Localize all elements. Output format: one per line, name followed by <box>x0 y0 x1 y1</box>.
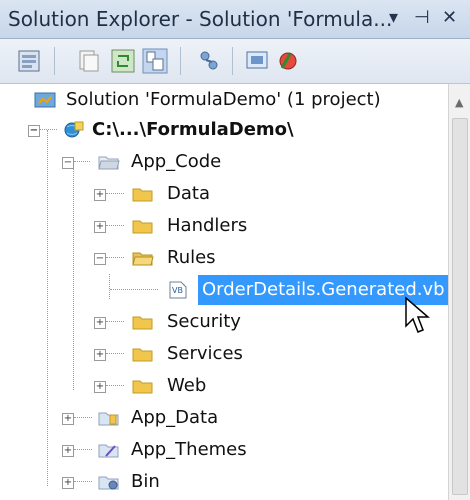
tree-item-label: Rules <box>167 247 216 268</box>
collapse-icon[interactable]: − <box>28 125 40 137</box>
tree-item-label: App_Data <box>131 407 219 428</box>
scroll-up-icon[interactable]: ▲ <box>455 96 463 109</box>
toolbar-separator <box>54 47 55 75</box>
tree-item-label: Handlers <box>167 215 248 236</box>
auto-hide-pin-icon[interactable]: ⊣ <box>414 7 430 28</box>
tree-connector-line <box>74 481 92 483</box>
copy-website-icon[interactable] <box>244 48 270 74</box>
web-project-icon <box>64 121 84 138</box>
tree-connector-line <box>106 385 124 387</box>
tree-item-app-themes[interactable]: + App_Themes <box>0 435 448 465</box>
tree-item-services[interactable]: + Services <box>0 339 448 369</box>
expand-icon[interactable]: + <box>62 445 74 457</box>
tree-item-solution[interactable]: Solution 'FormulaDemo' (1 project) <box>0 85 448 115</box>
tree-connector-line <box>106 193 124 195</box>
expand-icon[interactable]: + <box>94 189 106 201</box>
toolbar <box>0 39 470 84</box>
tree-connector-line <box>106 321 124 323</box>
tree-item-rules[interactable]: − Rules <box>0 243 448 273</box>
window-title: Solution Explorer - Solution 'Formula... <box>8 7 393 31</box>
collapse-icon[interactable]: − <box>94 253 106 265</box>
title-bar: Solution Explorer - Solution 'Formula...… <box>0 0 470 39</box>
show-all-files-icon[interactable] <box>76 48 102 74</box>
close-icon[interactable]: ✕ <box>442 7 457 28</box>
expand-icon[interactable]: + <box>94 317 106 329</box>
tree-connector-line <box>106 257 124 259</box>
bin-folder-icon <box>98 476 119 490</box>
vertical-scrollbar[interactable]: ▲ <box>448 84 470 500</box>
tree-item-app-code[interactable]: − App_Code <box>0 147 448 177</box>
folder-icon <box>132 348 153 362</box>
expand-icon[interactable]: + <box>94 349 106 361</box>
tree-item-data[interactable]: + Data <box>0 179 448 209</box>
tree-connector-line <box>110 289 158 291</box>
folder-icon <box>132 188 153 202</box>
aspnet-config-icon[interactable] <box>276 48 302 74</box>
tree-item-label: App_Code <box>131 151 222 172</box>
app-themes-folder-icon <box>98 444 119 458</box>
solution-tree: Solution 'FormulaDemo' (1 project) − C:\… <box>0 84 448 500</box>
expand-icon[interactable]: + <box>62 413 74 425</box>
tree-item-label: Security <box>167 311 241 332</box>
tree-connector-line <box>74 161 90 163</box>
tree-connector-line <box>74 449 92 451</box>
tree-item-label: C:\...\FormulaDemo\ <box>92 119 294 140</box>
tree-item-app-data[interactable]: + App_Data <box>0 403 448 433</box>
tree-item-security[interactable]: + Security <box>0 307 448 337</box>
tree-item-label: Services <box>167 343 243 364</box>
folder-icon <box>132 380 153 394</box>
vb-file-icon: VB <box>169 281 187 299</box>
tree-item-label: Data <box>167 183 210 204</box>
expand-icon[interactable]: + <box>94 381 106 393</box>
svg-text:VB: VB <box>172 286 183 295</box>
collapse-icon[interactable]: − <box>62 157 74 169</box>
folder-open-icon <box>98 156 120 170</box>
tree-item-label: Solution 'FormulaDemo' (1 project) <box>66 89 381 110</box>
toolbar-separator <box>180 47 181 75</box>
folder-icon <box>132 316 153 330</box>
window-position-dropdown-icon[interactable]: ▾ <box>389 7 398 28</box>
mouse-pointer-icon <box>405 296 431 333</box>
nest-related-icon[interactable] <box>142 48 168 74</box>
tree-item-bin[interactable]: + Bin <box>0 467 448 497</box>
tree-connector-line <box>106 353 124 355</box>
tree-item-orderdetails-generated[interactable]: VB OrderDetails.Generated.vb <box>0 275 448 305</box>
folder-icon <box>132 220 153 234</box>
tree-item-web[interactable]: + Web <box>0 371 448 401</box>
scroll-thumb[interactable] <box>452 118 468 495</box>
app-data-folder-icon <box>98 412 119 426</box>
tree-item-handlers[interactable]: + Handlers <box>0 211 448 241</box>
tree-item-label: App_Themes <box>131 439 247 460</box>
tree-connector-line <box>40 129 57 131</box>
refresh-icon[interactable] <box>110 48 136 74</box>
tree-item-project[interactable]: − C:\...\FormulaDemo\ <box>0 115 448 145</box>
properties-icon[interactable] <box>16 48 42 74</box>
tree-item-label: Web <box>167 375 207 396</box>
solution-explorer-window: Solution Explorer - Solution 'Formula...… <box>0 0 470 500</box>
tree-connector-line <box>106 225 124 227</box>
solution-icon <box>34 92 56 108</box>
expand-icon[interactable]: + <box>94 221 106 233</box>
folder-open-icon <box>132 252 154 266</box>
view-class-diagram-icon[interactable] <box>196 48 222 74</box>
tree-connector-line <box>74 417 92 419</box>
tree-item-label: Bin <box>131 471 160 492</box>
expand-icon[interactable]: + <box>62 477 74 489</box>
toolbar-separator <box>232 47 233 75</box>
